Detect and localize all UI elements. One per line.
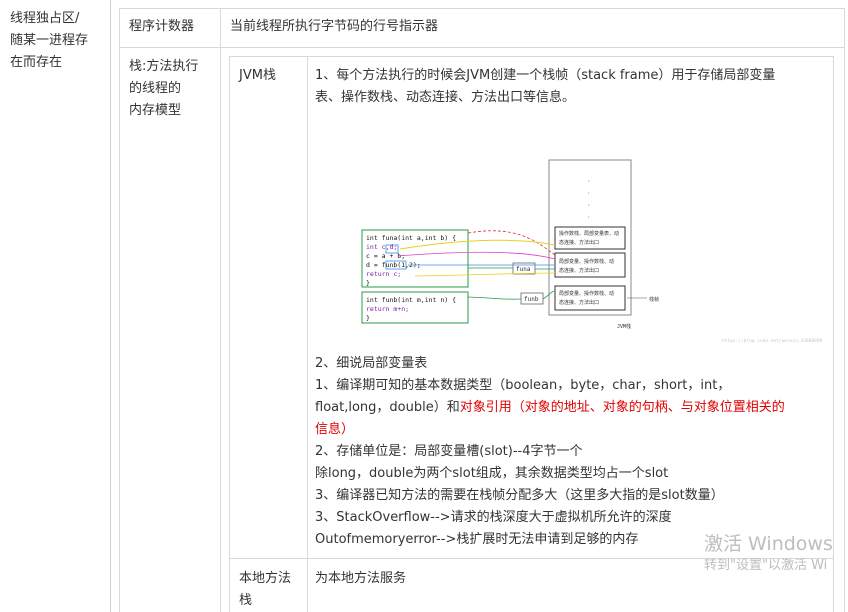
frame-mid-line2: 态连接、方法出口: [559, 267, 599, 274]
jvm-stack-label: JVM栈: [239, 68, 276, 83]
code-b-line-3: }: [366, 314, 370, 322]
image-credit: https://blog.csdn.net/weixin_43888888: [722, 338, 823, 344]
native-label-line-2: 栈: [239, 593, 253, 608]
jvm-para1-line1: 1、每个方法执行的时候会JVM创建一个栈帧（stack frame）用于存储局部…: [315, 68, 776, 83]
funb-label: funb: [524, 296, 539, 303]
stack-label-line-3: 内存模型: [129, 103, 182, 118]
s2-line-2-text: float,long，double）和: [315, 400, 460, 415]
col1-line-3: 在而存在: [10, 55, 63, 70]
frame-box-bottom: [554, 285, 626, 311]
frame-top-line1: 操作数栈、局部变量表、动: [559, 230, 619, 237]
s2-line-1: 1、编译期可知的基本数据类型（boolean，byte，char，short，i…: [315, 378, 731, 393]
frame-mid-line1: 局部变量、操作数栈、动: [559, 258, 614, 265]
col1-line-1: 线程独占区/: [10, 11, 80, 26]
grid-line: [229, 56, 834, 57]
stack-label-line-1: 栈:方法执行: [129, 59, 199, 74]
svg-text:·: ·: [587, 214, 591, 221]
s2-line-6: 3、编译器已知方法的需要在栈帧分配多大（这里多大指的是slot数量）: [315, 488, 724, 503]
grid-line: [119, 8, 845, 9]
svg-text:·: ·: [587, 202, 591, 209]
code-b-line-1: int funb(int m,int n) {: [366, 296, 456, 304]
s2-line-2: float,long，double）和对象引用（对象的地址、对象的句柄、与对象位…: [315, 397, 785, 419]
stack-frame-diagram: · · · · 操作数栈、局部变量表、动 态连接、方法出口 局部变量、操作数栈、…: [361, 159, 823, 344]
code-a-line-6: }: [366, 279, 370, 287]
s2-line-7: 3、StackOverflow-->请求的栈深度大于虚拟机所允许的深度: [315, 510, 672, 525]
frame-top-line2: 态连接、方法出口: [559, 239, 599, 246]
grid-line: [844, 8, 845, 612]
grid-line: [833, 56, 834, 612]
grid-line: [229, 56, 230, 612]
thread-private-column: 线程独占区/ 随某一进程存 在而存在: [0, 0, 111, 612]
code-a-line-5: return c;: [366, 270, 401, 278]
activation-watermark-subtitle: 转到"设置"以激活 Wi: [704, 558, 828, 573]
s2-line-3: 信息）: [315, 422, 355, 437]
frame-bot-line1: 局部变量、操作数栈、动: [559, 290, 614, 297]
grid-line: [119, 47, 845, 48]
funa-label: funa: [516, 266, 531, 273]
grid-line: [307, 56, 308, 612]
bottom-label: JVM栈: [617, 323, 631, 330]
frame-bot-line2: 态连接、方法出口: [559, 299, 599, 306]
activation-watermark-title: 激活 Windows: [704, 533, 833, 555]
s2-line-8: Outofmemoryerror-->栈扩展时无法申请到足够的内存: [315, 532, 639, 547]
svg-text:·: ·: [587, 178, 591, 185]
s2-title: 2、细说局部变量表: [315, 356, 428, 371]
code-b-line-2: return m+n;: [366, 305, 409, 313]
native-label-line-1: 本地方法: [239, 571, 292, 586]
s2-line-5: 除long，double为两个slot组成，其余数据类型均占一个slot: [315, 466, 669, 481]
side-label: 栈帧: [649, 296, 659, 303]
col1-line-2: 随某一进程存: [10, 33, 89, 48]
native-description: 为本地方法服务: [315, 571, 407, 586]
grid-line: [220, 8, 221, 612]
s2-line-4: 2、存储单位是：局部变量槽(slot)--4字节一个: [315, 444, 583, 459]
pc-description: 当前线程所执行字节码的行号指示器: [230, 19, 439, 34]
stack-label-line-2: 的线程的: [129, 81, 182, 96]
svg-text:·: ·: [587, 190, 591, 197]
jvm-para1-line2: 表、操作数栈、动态连接、方法出口等信息。: [315, 90, 576, 105]
grid-line: [119, 8, 120, 612]
code-a-line-1: int funa(int a,int b) {: [366, 234, 456, 242]
pc-label: 程序计数器: [129, 19, 195, 34]
s2-line-2-red: 对象引用（对象的地址、对象的句柄、与对象位置相关的: [459, 400, 785, 415]
code-a-line-2: int c,d;: [366, 243, 397, 251]
